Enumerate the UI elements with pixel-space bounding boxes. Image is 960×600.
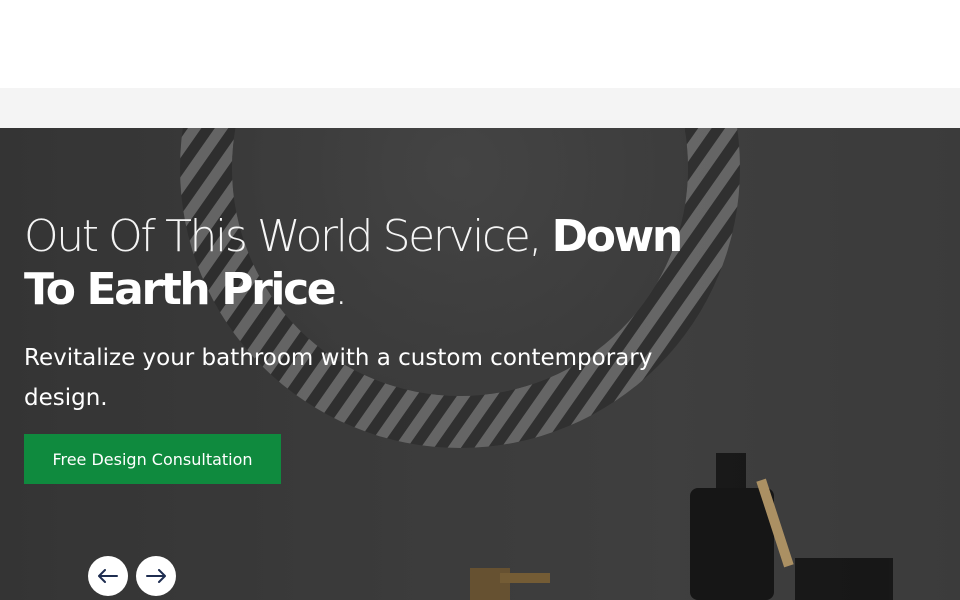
- arrow-right-icon: [146, 569, 166, 583]
- arrow-left-icon: [98, 569, 118, 583]
- hero-headline: Out Of This World Service, Down To Earth…: [24, 210, 724, 316]
- hero-subheading: Revitalize your bathroom with a custom c…: [24, 345, 653, 411]
- slider-next-button[interactable]: [136, 556, 176, 596]
- headline-light-text: Out Of This World Service,: [24, 211, 552, 262]
- site-header: [0, 0, 960, 88]
- hero-slider: Out Of This World Service, Down To Earth…: [0, 128, 960, 600]
- hero-content: Out Of This World Service, Down To Earth…: [24, 210, 724, 418]
- free-consultation-button[interactable]: Free Design Consultation: [24, 434, 281, 484]
- slider-prev-button[interactable]: [88, 556, 128, 596]
- sub-navigation-bar: [0, 88, 960, 128]
- headline-period: .: [334, 264, 348, 315]
